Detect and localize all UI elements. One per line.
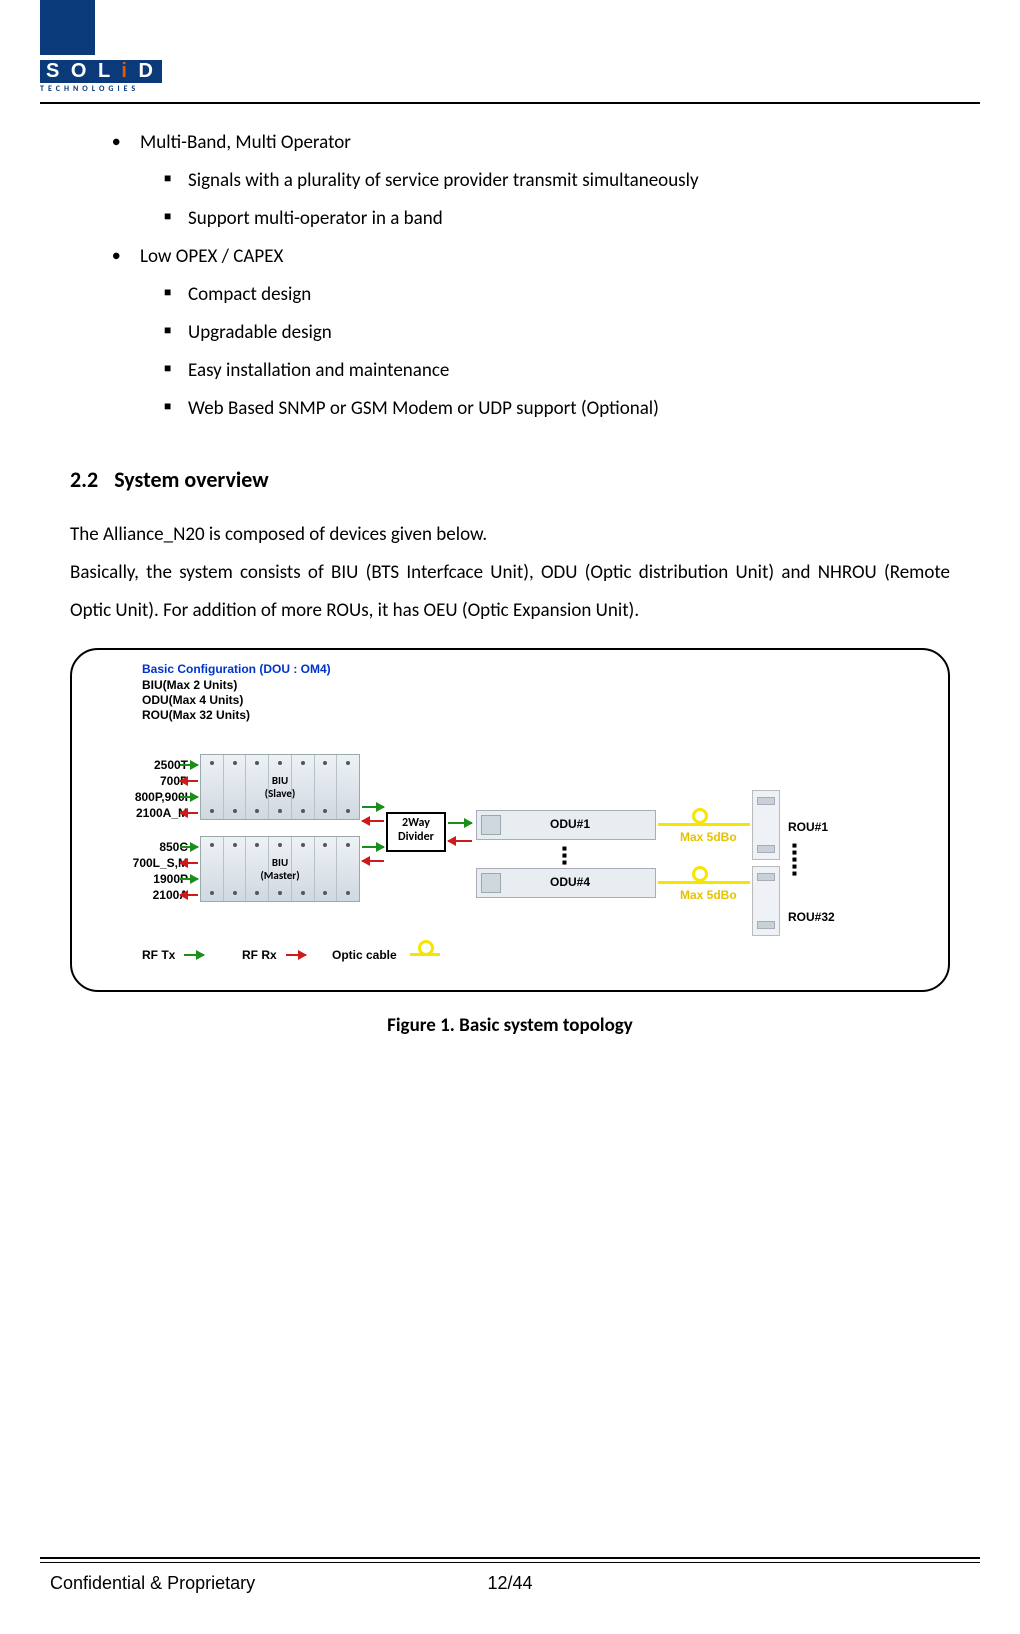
optic-circle-icon <box>692 808 708 824</box>
sub-bullet-text: Upgradable design <box>188 321 332 344</box>
bullet-text: Low OPEX / CAPEX <box>140 245 283 268</box>
arrow-rf-rx-icon <box>362 820 384 822</box>
footer-rule <box>40 1557 980 1559</box>
arrow-rf-tx-icon <box>362 806 384 808</box>
dots-icon: ▪▪▪ <box>562 845 567 866</box>
arrow-rf-tx-icon <box>180 846 198 848</box>
bullet-item: Multi-Band, Multi Operator Signals with … <box>70 124 950 238</box>
bullet-item: Low OPEX / CAPEX Compact design Upgradab… <box>70 238 950 428</box>
max-5dbo-label: Max 5dBo <box>680 830 737 844</box>
sub-bullet-text: Web Based SNMP or GSM Modem or UDP suppo… <box>188 397 659 420</box>
arrow-rf-rx-icon <box>286 954 306 956</box>
section-heading: 2.2 System overview <box>70 458 950 502</box>
arrow-rf-rx-icon <box>180 862 198 864</box>
arrow-rf-tx-icon <box>448 822 472 824</box>
sub-bullet: Compact design <box>140 276 950 314</box>
arrow-rf-tx-icon <box>180 796 198 798</box>
arrow-rf-rx-icon <box>180 780 198 782</box>
optic-circle-icon <box>418 940 434 956</box>
header-rule <box>40 102 980 104</box>
legend-rf-tx: RF Tx <box>142 948 175 962</box>
rou-1-box <box>752 790 780 860</box>
section-number: 2.2 <box>70 458 98 502</box>
dots-icon: ▪▪▪▪▪ <box>792 842 797 877</box>
diagram-header: Basic Configuration (DOU : OM4) <box>142 662 331 676</box>
diagram-header: BIU(Max 2 Units) <box>142 678 237 692</box>
odu-1-label: ODU#1 <box>550 817 590 831</box>
sub-bullet: Web Based SNMP or GSM Modem or UDP suppo… <box>140 390 950 428</box>
arrow-rf-rx-icon <box>362 860 384 862</box>
biu-slave-label: BIU (Slave) <box>265 774 296 800</box>
sub-bullet: Upgradable design <box>140 314 950 352</box>
rou-32-label: ROU#32 <box>788 910 835 924</box>
arrow-rf-rx-icon <box>180 812 198 814</box>
biu-master-label: BIU (Master) <box>260 856 299 882</box>
arrow-rf-tx-icon <box>180 878 198 880</box>
optic-cable-icon <box>658 823 750 826</box>
sub-bullet-text: Support multi-operator in a band <box>188 207 443 230</box>
rou-32-box <box>752 866 780 936</box>
diagram-header: ROU(Max 32 Units) <box>142 708 250 722</box>
section-title: System overview <box>114 466 268 493</box>
arrow-rf-tx-icon <box>184 954 204 956</box>
footer-left: Confidential & Proprietary <box>50 1573 357 1594</box>
legend-rf-rx: RF Rx <box>242 948 277 962</box>
bullet-text: Multi-Band, Multi Operator <box>140 131 351 154</box>
footer: Confidential & Proprietary 12/44 <box>40 1573 980 1594</box>
paragraph: Basically, the system consists of BIU (B… <box>70 554 950 630</box>
paragraph: The Alliance_N20 is composed of devices … <box>70 516 950 554</box>
odu-4-label: ODU#4 <box>550 875 590 889</box>
figure-caption: Figure 1. Basic system topology <box>70 1014 950 1037</box>
biu-master-box: BIU (Master) <box>200 836 360 902</box>
diagram-header: ODU(Max 4 Units) <box>142 693 243 707</box>
bullet-list: Multi-Band, Multi Operator Signals with … <box>70 124 950 428</box>
rou-1-label: ROU#1 <box>788 820 828 834</box>
sub-bullet: Easy installation and maintenance <box>140 352 950 390</box>
optic-circle-icon <box>692 866 708 882</box>
header-block <box>40 0 95 55</box>
sub-bullet-text: Easy installation and maintenance <box>188 359 449 382</box>
optic-cable-icon <box>658 881 750 884</box>
system-topology-diagram: Basic Configuration (DOU : OM4) BIU(Max … <box>70 648 950 992</box>
arrow-rf-tx-icon <box>362 846 384 848</box>
arrow-rf-tx-icon <box>180 764 198 766</box>
max-5dbo-label: Max 5dBo <box>680 888 737 902</box>
biu-slave-box: BIU (Slave) <box>200 754 360 820</box>
two-way-divider: 2Way Divider <box>386 812 446 852</box>
logo-sub: TECHNOLOGIES <box>40 84 162 94</box>
footer-page: 12/44 <box>357 1573 664 1594</box>
logo: S O L i D TECHNOLOGIES <box>40 0 980 94</box>
sub-bullet: Signals with a plurality of service prov… <box>140 162 950 200</box>
sub-bullet: Support multi-operator in a band <box>140 200 950 238</box>
logo-text: S O L i D <box>40 60 162 83</box>
footer-right <box>663 1573 970 1594</box>
sub-bullet-text: Compact design <box>188 283 311 306</box>
legend-optic: Optic cable <box>332 948 397 962</box>
arrow-rf-rx-icon <box>448 840 472 842</box>
arrow-rf-rx-icon <box>180 894 198 896</box>
sub-bullet-text: Signals with a plurality of service prov… <box>188 169 699 192</box>
